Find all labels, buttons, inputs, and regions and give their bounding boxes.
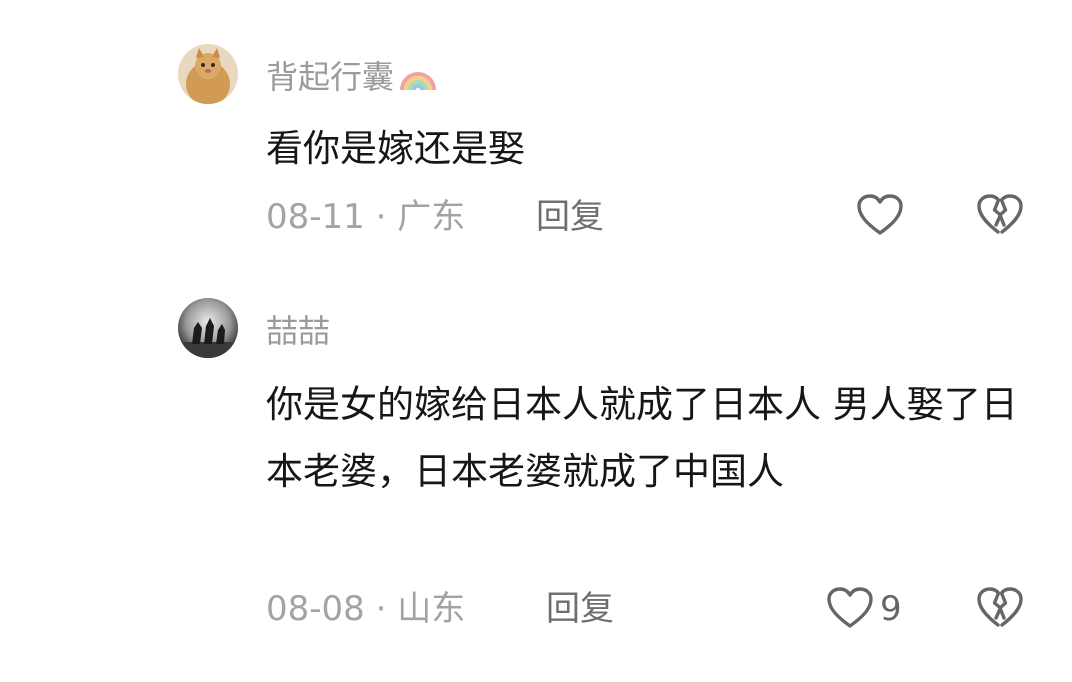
comment-date: 08-08	[266, 589, 365, 629]
avatar[interactable]	[178, 44, 238, 104]
username-text: 背起行囊	[266, 58, 395, 96]
comment-meta: 08-08 · 山东	[266, 589, 465, 629]
rainbow-icon	[400, 72, 437, 91]
reply-button[interactable]: 回复	[546, 589, 614, 629]
broken-heart-icon	[977, 587, 1023, 627]
meta-separator: ·	[375, 589, 387, 629]
like-count: 9	[880, 589, 902, 629]
like-button[interactable]	[826, 586, 874, 630]
comment-date: 08-11	[266, 197, 365, 237]
comment-text: 看你是嫁还是娶	[266, 127, 525, 170]
comment-meta: 08-11 · 广东	[266, 197, 465, 237]
heart-outline-icon	[827, 587, 873, 628]
like-button[interactable]	[856, 193, 904, 237]
reply-button[interactable]: 回复	[536, 197, 604, 237]
dislike-button[interactable]	[976, 586, 1024, 630]
dislike-button[interactable]	[976, 193, 1024, 237]
meta-separator: ·	[375, 197, 387, 237]
username[interactable]: 喆喆	[266, 311, 330, 351]
comment-text: 你是女的嫁给日本人就成了日本人 男人娶了日本老婆，日本老婆就成了中国人	[266, 383, 1018, 493]
comment-location: 山东	[397, 589, 466, 629]
heart-outline-icon	[857, 194, 903, 235]
username-text: 喆喆	[266, 312, 331, 350]
broken-heart-icon	[977, 194, 1023, 234]
username[interactable]: 背起行囊	[266, 57, 438, 97]
avatar[interactable]	[178, 298, 238, 358]
comment-location: 广东	[397, 197, 466, 237]
